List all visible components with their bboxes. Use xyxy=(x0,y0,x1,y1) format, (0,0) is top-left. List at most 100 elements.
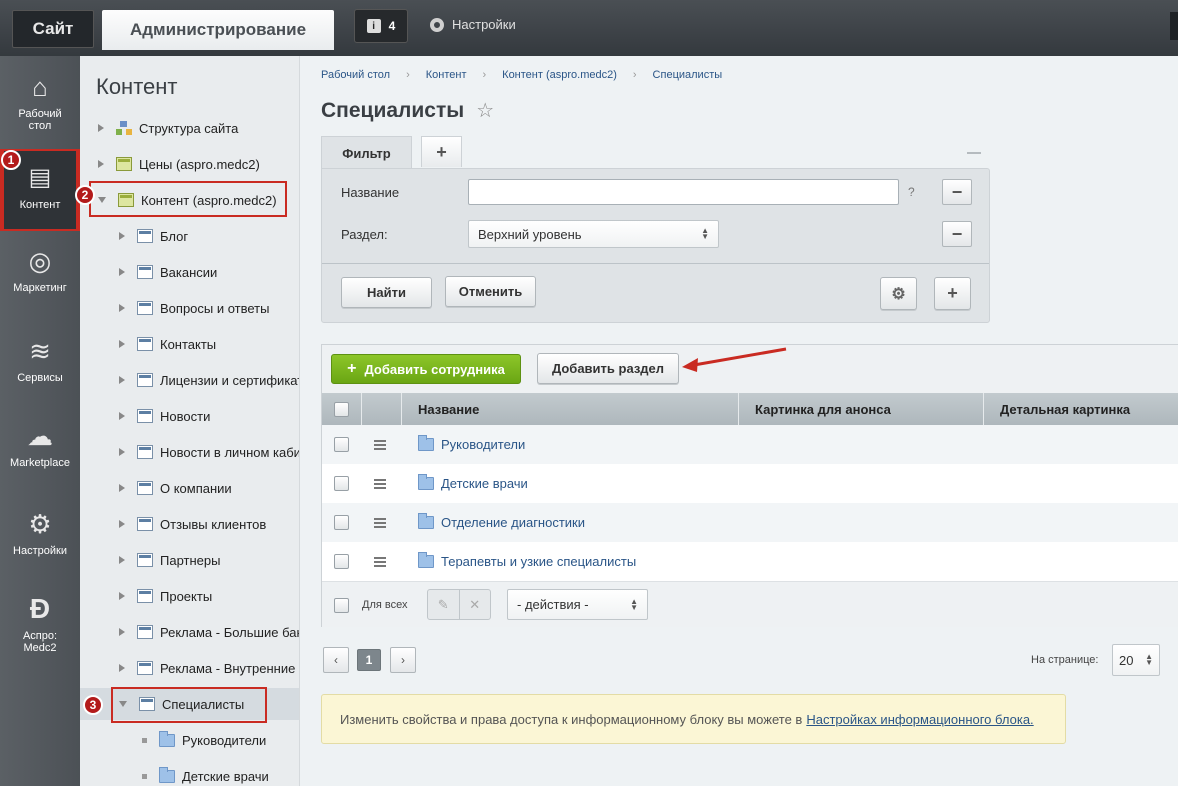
expand-arrow-icon[interactable] xyxy=(119,268,125,276)
nav-desktop[interactable]: ⌂ Рабочий стол xyxy=(0,72,80,142)
row-menu-icon[interactable] xyxy=(374,478,386,489)
tree-item[interactable]: Вакансии xyxy=(80,260,299,284)
prev-page-button[interactable]: ‹ xyxy=(323,647,349,673)
row-checkbox[interactable] xyxy=(334,515,349,530)
expand-arrow-icon[interactable] xyxy=(98,124,104,132)
column-header-name[interactable]: Название xyxy=(402,393,739,425)
tree-item[interactable]: Новости xyxy=(80,404,299,428)
expand-arrow-icon[interactable] xyxy=(119,484,125,492)
nav-aspro[interactable]: Ɖ Аспро: Medc2 xyxy=(0,594,80,660)
expand-arrow-icon[interactable] xyxy=(119,664,125,672)
table-row[interactable]: Отделение диагностики xyxy=(322,503,1178,542)
per-page-value: 20 xyxy=(1119,652,1134,668)
row-menu-icon[interactable] xyxy=(374,556,386,567)
tree-item[interactable]: Отзывы клиентов xyxy=(80,512,299,536)
actions-select[interactable]: - действия - ▲ ▼ xyxy=(507,589,648,620)
row-checkbox[interactable] xyxy=(334,554,349,569)
row-checkbox[interactable] xyxy=(334,476,349,491)
tree-item[interactable]: О компании xyxy=(80,476,299,500)
tree-item[interactable]: Цены (aspro.medc2) xyxy=(80,152,299,176)
row-name-link[interactable]: Терапевты и узкие специалисты xyxy=(441,554,636,569)
table-row[interactable]: Детские врачи xyxy=(322,464,1178,503)
tree-item[interactable]: Структура сайта xyxy=(80,116,299,140)
items-grid: + Добавить сотрудника Добавить раздел На… xyxy=(321,344,1178,627)
site-tab[interactable]: Сайт xyxy=(12,10,94,48)
help-icon[interactable]: ? xyxy=(908,185,915,199)
collapse-filter-icon[interactable] xyxy=(967,152,981,154)
table-row[interactable]: Руководители xyxy=(322,425,1178,464)
expand-arrow-icon[interactable] xyxy=(98,160,104,168)
expand-arrow-icon[interactable] xyxy=(119,232,125,240)
per-page-select[interactable]: 20 ▲ ▼ xyxy=(1112,644,1160,676)
expand-arrow-icon[interactable] xyxy=(119,412,125,420)
row-menu-icon[interactable] xyxy=(374,517,386,528)
filter-name-input[interactable] xyxy=(468,179,899,205)
nav-settings[interactable]: ⚙ Настройки xyxy=(0,509,80,569)
table-row[interactable]: Терапевты и узкие специалисты xyxy=(322,542,1178,581)
plus-icon: + xyxy=(347,360,357,377)
next-page-button[interactable]: › xyxy=(390,647,416,673)
row-checkbox[interactable] xyxy=(334,437,349,452)
breadcrumb-item[interactable]: Рабочий стол xyxy=(321,69,390,81)
add-field-button[interactable]: + xyxy=(934,277,971,310)
column-header-preview-picture[interactable]: Картинка для анонса xyxy=(739,393,984,425)
admin-tab[interactable]: Администрирование xyxy=(102,10,334,50)
settings-link[interactable]: Настройки xyxy=(430,17,516,32)
tree-item[interactable]: Лицензии и сертификаты xyxy=(80,368,299,392)
expand-arrow-icon[interactable] xyxy=(119,556,125,564)
expand-arrow-icon[interactable] xyxy=(119,304,125,312)
add-filter-tab-button[interactable]: + xyxy=(421,136,462,167)
breadcrumb-item[interactable]: Контент xyxy=(426,69,467,81)
delete-x-icon[interactable]: ✕ xyxy=(460,590,491,619)
tree-item[interactable]: Реклама - Внутренние xyxy=(80,656,299,680)
edit-pencil-icon[interactable]: ✎ xyxy=(428,590,460,619)
topbar-edge-button[interactable] xyxy=(1170,12,1178,40)
select-all-checkbox[interactable] xyxy=(334,401,349,417)
row-name-link[interactable]: Отделение диагностики xyxy=(441,515,585,530)
breadcrumb-item[interactable]: Специалисты xyxy=(653,69,723,81)
section-select[interactable]: Верхний уровень ▲ ▼ xyxy=(468,220,719,248)
expand-arrow-icon[interactable] xyxy=(119,592,125,600)
row-name-link[interactable]: Руководители xyxy=(441,437,525,452)
filter-tab[interactable]: Фильтр xyxy=(321,136,412,169)
tree-item[interactable]: Реклама - Большие баннеры xyxy=(80,620,299,644)
star-icon[interactable]: ☆ xyxy=(476,98,494,123)
tree-item[interactable]: Проекты xyxy=(80,584,299,608)
tree-item[interactable]: Партнеры xyxy=(80,548,299,572)
for-all-checkbox[interactable] xyxy=(334,598,349,613)
remove-field-button[interactable]: − xyxy=(942,221,972,247)
add-employee-button[interactable]: + Добавить сотрудника xyxy=(331,354,521,384)
grid-header: Название Картинка для анонса Детальная к… xyxy=(322,393,1178,425)
find-button[interactable]: Найти xyxy=(341,277,432,308)
nav-services[interactable]: ≋ Сервисы xyxy=(0,336,80,396)
target-icon: ◎ xyxy=(28,246,52,276)
tree-item[interactable]: Новости в личном кабинете xyxy=(80,440,299,464)
expand-arrow-icon[interactable] xyxy=(119,340,125,348)
tree-item[interactable]: Вопросы и ответы xyxy=(80,296,299,320)
filter-settings-button[interactable]: ⚙ xyxy=(880,277,917,310)
tree-item[interactable]: Блог xyxy=(80,224,299,248)
notifications-button[interactable]: i 4 xyxy=(354,9,408,43)
cancel-button[interactable]: Отменить xyxy=(445,276,536,307)
tree-item-label: О компании xyxy=(160,480,232,496)
tree-item-label: Цены (aspro.medc2) xyxy=(139,156,260,172)
column-header-detail-picture[interactable]: Детальная картинка xyxy=(984,393,1178,425)
nav-marketplace[interactable]: ☁ Marketplace xyxy=(0,421,80,481)
tree-item[interactable]: Детские врачи xyxy=(80,764,299,786)
breadcrumb-item[interactable]: Контент (aspro.medc2) xyxy=(502,69,617,81)
remove-field-button[interactable]: − xyxy=(942,179,972,205)
expand-arrow-icon[interactable] xyxy=(119,628,125,636)
row-menu-icon[interactable] xyxy=(374,439,386,450)
expand-arrow-icon[interactable] xyxy=(119,448,125,456)
nav-marketing[interactable]: ◎ Маркетинг xyxy=(0,246,80,306)
page-number-current[interactable]: 1 xyxy=(357,649,381,671)
iblock-icon xyxy=(137,589,153,603)
expand-arrow-icon[interactable] xyxy=(119,520,125,528)
tree-item[interactable]: Руководители xyxy=(80,728,299,752)
expand-arrow-icon[interactable] xyxy=(119,376,125,384)
add-section-button[interactable]: Добавить раздел xyxy=(537,353,679,384)
tree-item[interactable]: Контакты xyxy=(80,332,299,356)
iblock-settings-link[interactable]: Настройках информационного блока. xyxy=(806,712,1033,727)
main-content: Рабочий стол › Контент › Контент (aspro.me… xyxy=(300,56,1178,786)
row-name-link[interactable]: Детские врачи xyxy=(441,476,528,491)
